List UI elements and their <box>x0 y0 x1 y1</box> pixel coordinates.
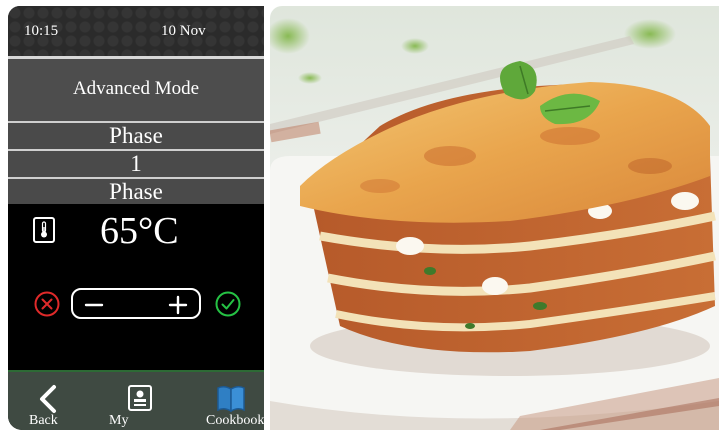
lasagna-photo <box>270 6 719 430</box>
phase-number[interactable]: 1 <box>8 151 264 177</box>
minus-icon[interactable] <box>83 294 105 316</box>
lasagna-illustration <box>270 6 719 430</box>
nav-label-my: My <box>109 413 129 428</box>
nav-label-back: Back <box>29 413 58 428</box>
nav-cookbook-button[interactable]: Cookbook <box>194 372 264 430</box>
phase-label-bottom: Phase <box>8 179 264 204</box>
cookbook-icon <box>217 385 245 413</box>
thermometer-icon <box>33 217 55 243</box>
bottom-nav: Back My Cookbook <box>8 372 264 430</box>
cancel-icon[interactable] <box>34 291 60 317</box>
status-time: 10:15 <box>24 23 59 39</box>
nav-label-cookbook: Cookbook <box>206 413 264 428</box>
temperature-stepper <box>71 288 201 319</box>
status-date: 10 Nov <box>161 23 206 39</box>
mode-title: Advanced Mode <box>8 59 264 121</box>
confirm-icon[interactable] <box>215 291 241 317</box>
back-arrow-icon <box>40 385 56 413</box>
plus-icon[interactable] <box>167 294 189 316</box>
temperature-value: 65°C <box>100 210 179 252</box>
my-recipes-icon <box>128 385 152 411</box>
nav-my-button[interactable]: My <box>104 372 174 430</box>
nav-back-button[interactable]: Back <box>8 372 78 430</box>
phase-label-top: Phase <box>8 123 264 149</box>
status-bar: 10:15 10 Nov <box>8 6 264 56</box>
oven-control-panel: 10:15 10 Nov Advanced Mode Phase 1 Phase… <box>8 6 264 430</box>
